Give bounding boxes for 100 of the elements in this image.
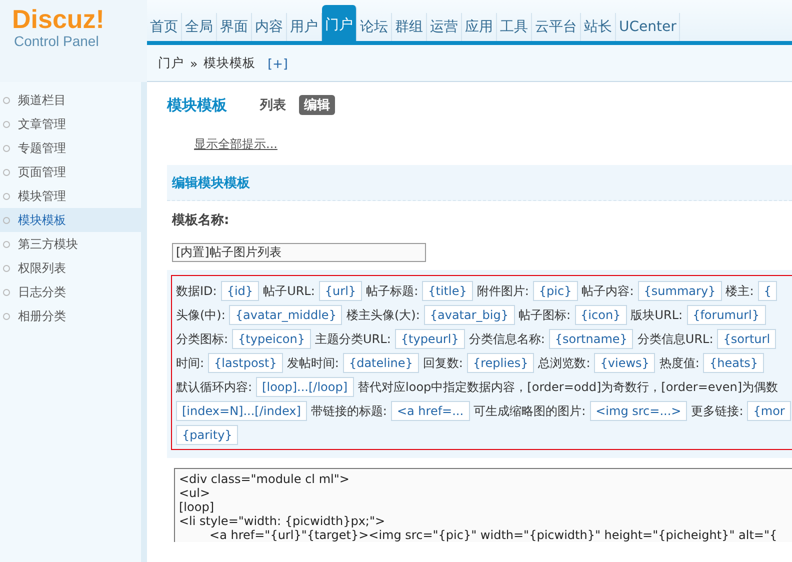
add-link[interactable]: [+] [268,56,288,70]
breadcrumb-link[interactable]: 门户 [158,54,184,72]
variable-tag[interactable]: {heats} [703,353,764,373]
nav-tab[interactable]: 内容 [252,13,287,41]
code-line: <li style="width: {picwidth}px;"> [179,514,386,528]
tag-label: 数据ID: [176,282,217,300]
tag-label: 版块URL: [630,306,683,324]
breadcrumb-current: 模块模板 [204,54,256,72]
variable-tag[interactable]: {parity} [176,425,238,445]
tag-label: 帖子内容: [582,282,634,300]
variable-tag[interactable]: {lastpost} [208,353,283,373]
template-name-field[interactable]: [内置]帖子图片列表 [172,243,426,262]
variable-tag[interactable]: {url} [318,281,362,301]
bullet-icon [3,312,10,320]
variable-tag[interactable]: {replies} [466,353,534,373]
tag-label: 帖子URL: [263,282,315,300]
code-line: <div class="module cl ml"> [179,472,350,486]
nav-tab[interactable]: 云平台 [532,13,581,41]
variable-tag[interactable]: {summary} [638,281,722,301]
tag-label: 可生成缩略图的图片: [474,402,586,420]
bullet-icon [3,216,10,224]
variable-tag[interactable]: {sorturl [717,329,776,349]
logo: Discuz! [12,5,106,33]
variable-tag[interactable]: {title} [422,281,473,301]
variable-tag[interactable]: {sortname} [548,329,634,349]
sidebar-item[interactable]: 频道栏目 [0,88,141,112]
breadcrumb-separator: » [190,56,198,70]
nav-tab[interactable]: 论坛 [357,13,392,41]
bullet-icon [3,120,10,128]
tag-label: 楼主头像(大): [346,306,420,324]
bullet-icon [3,192,10,200]
sidebar-item[interactable]: 模块管理 [0,184,141,208]
tag-label: 回复数: [422,354,463,372]
sidebar-item[interactable]: 页面管理 [0,160,141,184]
variable-tag[interactable]: {avatar_big} [424,305,514,325]
page-title: 模块模板 [167,96,227,114]
variable-tag[interactable]: { [758,281,778,301]
nav-tab[interactable]: 站长 [581,13,616,41]
variable-tag[interactable]: {typeurl} [394,329,465,349]
bullet-icon [3,168,10,176]
tag-label: 分类图标: [176,330,228,348]
nav-tab[interactable]: 应用 [462,13,497,41]
variable-tag[interactable]: {icon} [574,305,627,325]
bullet-icon [3,240,10,248]
variable-tag[interactable]: [index=N]...[/index] [176,401,307,421]
nav-tab[interactable]: 界面 [217,13,252,41]
sidebar-item[interactable]: 专题管理 [0,136,141,160]
sidebar-item[interactable]: 日志分类 [0,280,141,304]
variable-tag[interactable]: {views} [594,353,656,373]
variable-tag[interactable]: [loop]...[/loop] [256,377,354,397]
tag-label: 附件图片: [476,282,529,300]
tag-label: 头像(中): [176,306,226,324]
bullet-icon [3,144,10,152]
nav-tab[interactable]: 全局 [182,13,217,41]
variable-tag[interactable]: {typeicon} [232,329,312,349]
tag-label: 分类信息URL: [637,330,714,348]
sidebar-item[interactable]: 模块模板 [0,208,141,232]
tag-label: 分类信息名称: [468,330,545,348]
variable-tag[interactable]: {forumurl} [686,305,766,325]
variable-tag[interactable]: {mor [747,401,791,421]
sidebar-item[interactable]: 第三方模块 [0,232,141,256]
tag-label: 帖子标题: [366,282,418,300]
field-label: 模板名称: [170,212,230,229]
tag-label: 更多链接: [691,402,744,420]
sidebar-item[interactable]: 相册分类 [0,304,141,328]
tag-label: 发帖时间: [286,354,339,372]
variable-tag[interactable]: {id} [220,281,260,301]
variable-tag[interactable]: <img src=...> [590,401,688,421]
nav-tab[interactable]: 运营 [427,13,462,41]
section-title: 编辑模块模板 [172,174,250,192]
code-editor[interactable]: <div class="module cl ml"> <ul> [loop] <li style="width: {picwidth}px;"> <a href="{url}"{target}><img src="{pic}" width="{picwidth}" height="{picheight}" alt="{ [174,468,792,542]
nav-tab[interactable]: 首页 [147,13,182,41]
tag-label: 帖子图标: [518,306,571,324]
bullet-icon [3,96,10,104]
tag-label: 替代对应loop中指定数据内容，[order=odd]为奇数行，[order=even]为偶数 [358,378,778,396]
variable-tag[interactable]: {avatar_middle} [229,305,342,325]
tag-label: 热度值: [659,354,700,372]
tag-label: 带链接的标题: [310,402,387,420]
sidebar-item[interactable]: 文章管理 [0,112,141,136]
code-line: <ul> [179,486,212,500]
nav-tab[interactable]: UCenter [616,13,680,41]
sidebar-item[interactable]: 权限列表 [0,256,141,280]
tag-label: 总浏览数: [538,354,590,372]
code-line: [loop] [179,500,215,514]
nav-tab[interactable]: 群组 [392,13,427,41]
tab[interactable]: 编辑 [299,95,335,115]
bullet-icon [3,288,10,296]
variable-tag[interactable]: {dateline} [342,353,419,373]
logo-subtitle: Control Panel [14,33,100,50]
show-tips-link[interactable]: 显示全部提示... [194,136,278,153]
tab[interactable]: 列表 [255,95,291,115]
tag-label: 主题分类URL: [315,330,391,348]
tag-label: 默认循环内容: [176,378,252,396]
variable-tag[interactable]: {pic} [532,281,578,301]
tag-label: 楼主: [726,282,754,300]
tag-label: 时间: [176,354,204,372]
nav-tab[interactable]: 门户 [322,5,357,41]
nav-tab[interactable]: 工具 [497,13,532,41]
code-line: <a href="{url}"{target}><img src="{pic}" width="{picwidth}" height="{picheight}" alt="{ [208,528,778,542]
variable-tag[interactable]: <a href=... [390,401,470,421]
